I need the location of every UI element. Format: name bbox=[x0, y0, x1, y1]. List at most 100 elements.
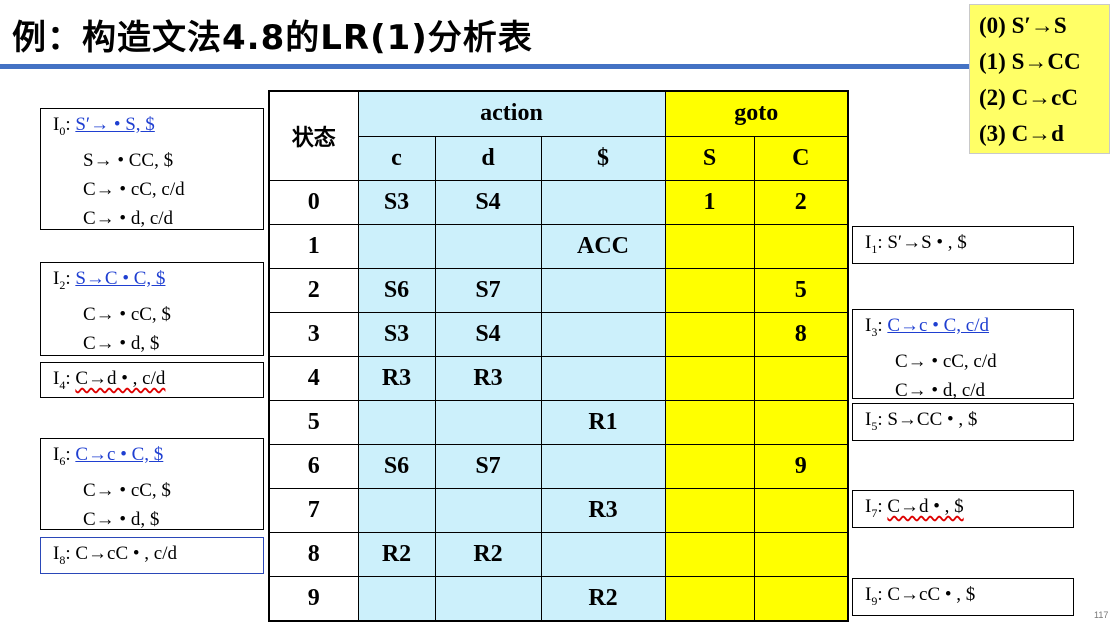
item-set-I7: I7: C→d • , $ bbox=[852, 490, 1074, 528]
item-set-index: 8 bbox=[59, 552, 66, 567]
state-cell: 3 bbox=[268, 312, 359, 357]
table-cell: 1 bbox=[664, 180, 755, 225]
grammar-rule: (1) S→CC bbox=[979, 49, 1081, 74]
state-cell: 0 bbox=[268, 180, 359, 225]
item-set-index: 0 bbox=[59, 123, 66, 138]
item-line: C→ • d, $ bbox=[83, 508, 160, 530]
item-set-kernel: C→cC • , $ bbox=[887, 584, 976, 605]
item-set-kernel: C→c • C, $ bbox=[75, 444, 164, 465]
table-cell: 8 bbox=[753, 312, 849, 357]
item-set-I6: I6: C→c • C, $ C→ • cC, $ C→ • d, $ bbox=[40, 438, 264, 530]
item-line: C→ • cC, c/d bbox=[83, 178, 185, 200]
table-cell bbox=[540, 268, 666, 313]
table-cell bbox=[357, 488, 436, 533]
table-row: 9 R2 bbox=[268, 576, 849, 622]
table-cell: S7 bbox=[434, 268, 542, 313]
table-cell bbox=[357, 400, 436, 445]
table-cell: S7 bbox=[434, 444, 542, 489]
item-line: C→ • cC, c/d bbox=[895, 350, 997, 372]
item-line: S→ • CC, $ bbox=[83, 149, 174, 171]
item-set-I5: I5: S→CC • , $ bbox=[852, 403, 1074, 441]
column-header: c bbox=[357, 135, 436, 181]
table-cell bbox=[664, 356, 755, 401]
column-header: $ bbox=[540, 135, 666, 181]
state-cell: 6 bbox=[268, 444, 359, 489]
table-cell: 9 bbox=[753, 444, 849, 489]
item-set-index: 9 bbox=[871, 593, 878, 608]
state-cell: 1 bbox=[268, 224, 359, 269]
item-set-kernel: C→d • , $ bbox=[887, 496, 964, 517]
item-set-I9: I9: C→cC • , $ bbox=[852, 578, 1074, 616]
item-line: C→ • d, c/d bbox=[895, 379, 986, 401]
title-underline bbox=[0, 64, 975, 69]
table-cell bbox=[753, 400, 849, 445]
table-cell: 5 bbox=[753, 268, 849, 313]
table-cell bbox=[664, 488, 755, 533]
item-set-I0: I0: S′→ • S, $ S→ • CC, $ C→ • cC, c/d C… bbox=[40, 108, 264, 230]
table-cell bbox=[664, 312, 755, 357]
table-row: 6 S6 S7 9 bbox=[268, 444, 849, 489]
table-cell: R2 bbox=[540, 576, 666, 622]
table-cell bbox=[753, 488, 849, 533]
state-cell: 4 bbox=[268, 356, 359, 401]
item-line: C→ • cC, $ bbox=[83, 479, 171, 501]
item-set-index: 1 bbox=[871, 241, 878, 256]
item-set-kernel: C→cC • , c/d bbox=[75, 543, 178, 564]
table-cell: R2 bbox=[434, 532, 542, 577]
state-cell: 5 bbox=[268, 400, 359, 445]
grammar-rule: (2) C→cC bbox=[979, 85, 1078, 110]
column-header: S bbox=[664, 135, 755, 181]
table-cell bbox=[753, 356, 849, 401]
table-cell bbox=[434, 400, 542, 445]
table-cell: R3 bbox=[434, 356, 542, 401]
item-set-kernel: C→d • , c/d bbox=[75, 368, 166, 389]
item-set-kernel: S→CC • , $ bbox=[887, 409, 978, 430]
table-cell bbox=[753, 576, 849, 622]
table-row: 2 S6 S7 5 bbox=[268, 268, 849, 313]
item-set-index: 2 bbox=[59, 277, 66, 292]
item-set-I1: I1: S′→S • , $ bbox=[852, 226, 1074, 264]
table-row: 5 R1 bbox=[268, 400, 849, 445]
lr1-parse-table: 状态 action goto c d $ S C 0 S3 S4 1 2 1 ACC 2 S6 S… bbox=[268, 90, 849, 622]
item-set-index: 4 bbox=[59, 377, 66, 392]
table-cell bbox=[434, 488, 542, 533]
table-cell bbox=[540, 444, 666, 489]
column-header: d bbox=[434, 135, 542, 181]
state-cell: 7 bbox=[268, 488, 359, 533]
item-set-index: 7 bbox=[871, 505, 878, 520]
table-cell: ACC bbox=[540, 224, 666, 269]
table-row: 0 S3 S4 1 2 bbox=[268, 180, 849, 225]
item-set-kernel: S′→S • , $ bbox=[887, 232, 967, 253]
table-cell bbox=[357, 224, 436, 269]
table-cell bbox=[540, 312, 666, 357]
table-cell: S4 bbox=[434, 180, 542, 225]
table-cell bbox=[753, 532, 849, 577]
table-cell bbox=[434, 576, 542, 622]
item-set-index: 5 bbox=[871, 418, 878, 433]
table-body: 0 S3 S4 1 2 1 ACC 2 S6 S7 5 3 S3 S4 8 4 R3 R3 5 R1 6 S6 S7 9 7 R3… bbox=[268, 180, 849, 622]
table-cell bbox=[664, 400, 755, 445]
state-cell: 9 bbox=[268, 576, 359, 622]
item-set-I4: I4: C→d • , c/d bbox=[40, 362, 264, 398]
grammar-rule: (0) S′→S bbox=[979, 13, 1067, 38]
table-cell bbox=[664, 576, 755, 622]
table-cell bbox=[540, 180, 666, 225]
table-cell: R2 bbox=[357, 532, 436, 577]
table-cell bbox=[540, 356, 666, 401]
table-cell bbox=[664, 532, 755, 577]
action-header: action bbox=[357, 90, 666, 137]
table-cell bbox=[753, 224, 849, 269]
table-row: 3 S3 S4 8 bbox=[268, 312, 849, 357]
table-cell: S4 bbox=[434, 312, 542, 357]
item-set-I3: I3: C→c • C, c/d C→ • cC, c/d C→ • d, c/… bbox=[852, 309, 1074, 401]
goto-header: goto bbox=[664, 90, 849, 137]
table-row: 7 R3 bbox=[268, 488, 849, 533]
item-line: C→ • d, c/d bbox=[83, 207, 174, 229]
table-cell: R1 bbox=[540, 400, 666, 445]
table-cell: S3 bbox=[357, 312, 436, 357]
item-set-I8: I8: C→cC • , c/d bbox=[40, 537, 264, 574]
table-cell: S6 bbox=[357, 268, 436, 313]
item-line: C→ • cC, $ bbox=[83, 303, 171, 325]
state-header: 状态 bbox=[268, 90, 359, 181]
table-cell bbox=[664, 224, 755, 269]
